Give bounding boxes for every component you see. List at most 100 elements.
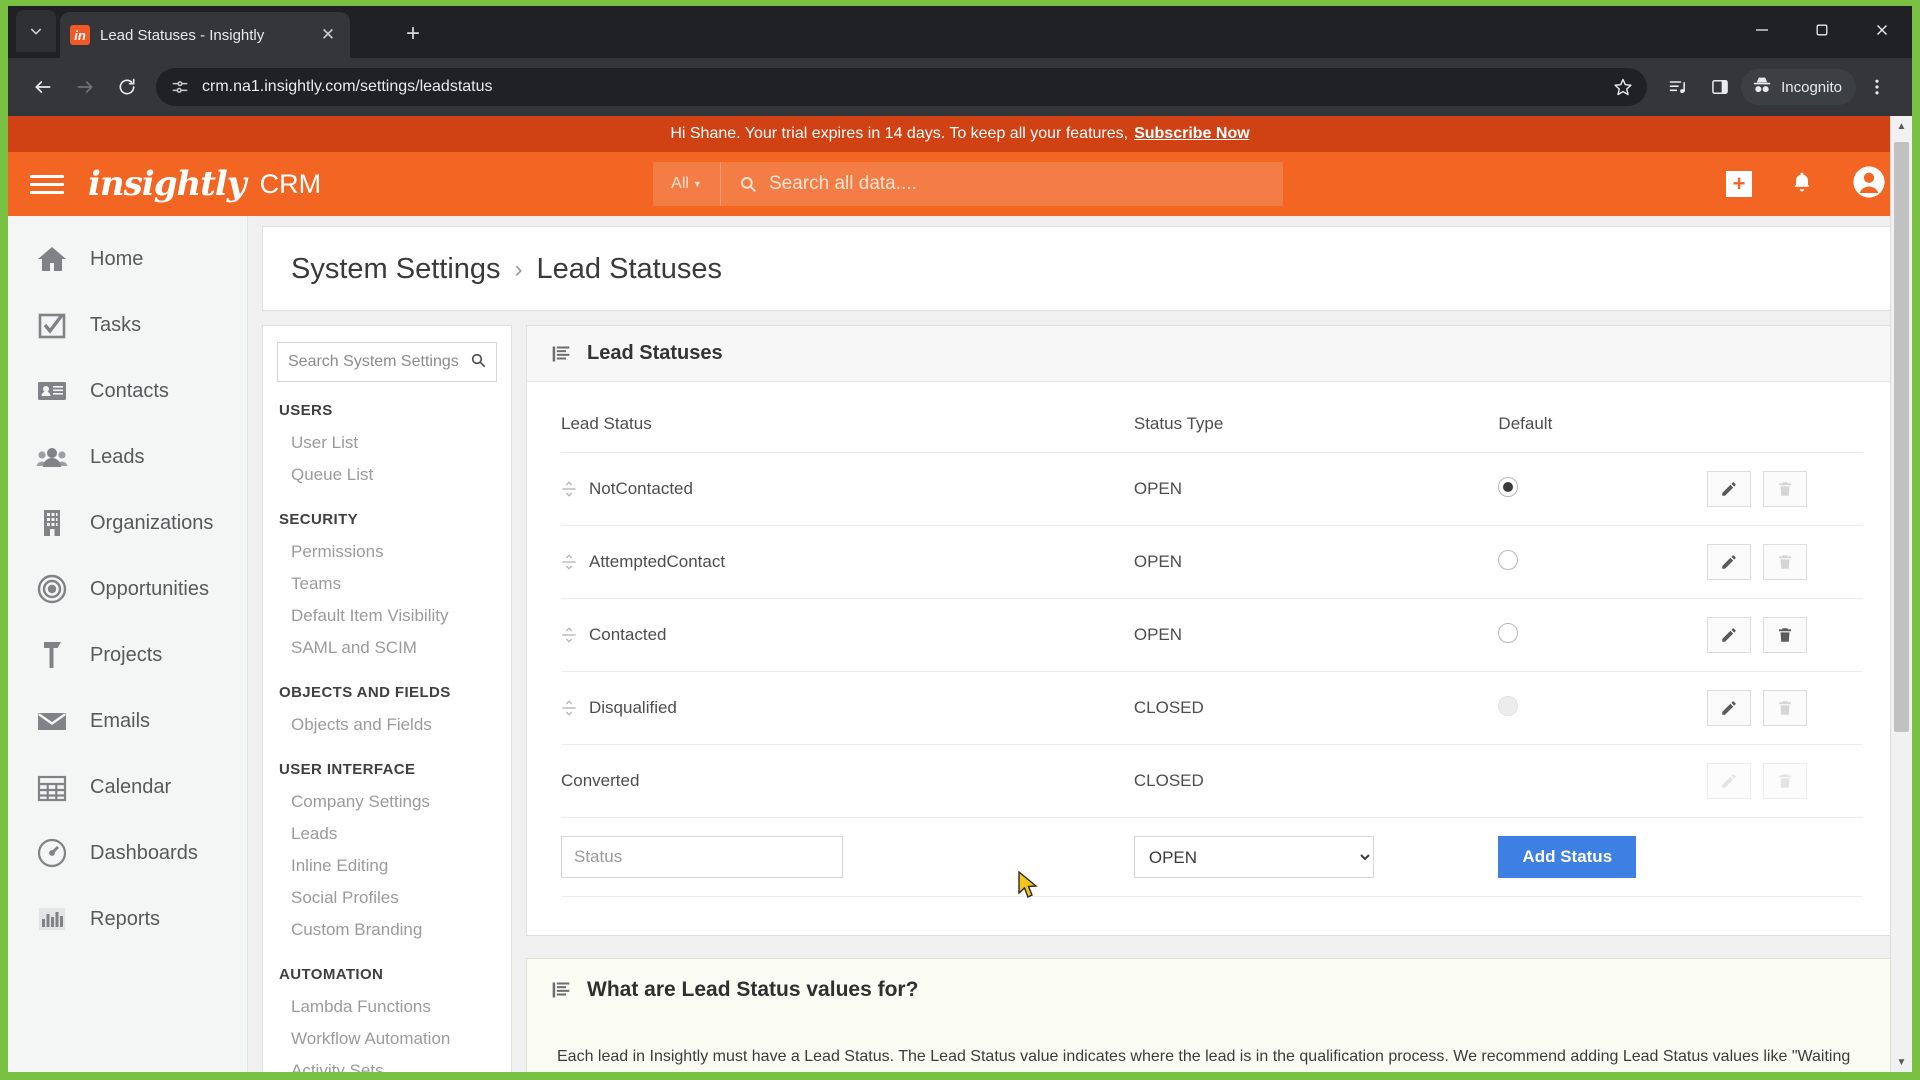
edit-status-button[interactable] xyxy=(1706,544,1751,580)
trial-message: Hi Shane. Your trial expires in 14 days.… xyxy=(670,125,1129,142)
sidebar-item-contacts[interactable]: Contacts xyxy=(8,358,247,424)
settings-link-activity-sets[interactable]: Activity Sets xyxy=(277,1055,497,1072)
cell-new-status-input xyxy=(561,817,1134,897)
search-icon xyxy=(470,352,486,373)
cell-actions xyxy=(1706,744,1863,818)
reload-icon[interactable] xyxy=(106,66,148,108)
sidebar-label: Leads xyxy=(90,445,145,468)
maximize-window-button[interactable] xyxy=(1792,6,1852,54)
minimize-window-button[interactable] xyxy=(1732,6,1792,54)
recording-border: in Lead Statuses - Insightly ✕ + crm.na1… xyxy=(0,0,1920,1080)
panel-body: Lead Status Status Type Default NotConta… xyxy=(527,382,1897,935)
settings-link-default-item-visibility[interactable]: Default Item Visibility xyxy=(277,600,497,632)
settings-link-saml-and-scim[interactable]: SAML and SCIM xyxy=(277,632,497,664)
close-tab-icon[interactable]: ✕ xyxy=(316,23,340,47)
edit-status-button[interactable] xyxy=(1706,690,1751,726)
delete-status-button[interactable] xyxy=(1762,617,1807,653)
notifications-bell-icon[interactable] xyxy=(1790,169,1814,200)
table-row: AttemptedContact OPEN xyxy=(561,525,1863,599)
column-header-lead-status: Lead Status xyxy=(561,404,1134,453)
side-panel-icon[interactable] xyxy=(1699,66,1741,108)
sidebar-item-calendar[interactable]: Calendar xyxy=(8,754,247,820)
settings-link-queue-list[interactable]: Queue List xyxy=(277,459,497,491)
incognito-icon xyxy=(1751,74,1773,100)
incognito-label: Incognito xyxy=(1781,78,1842,96)
back-icon[interactable] xyxy=(22,66,64,108)
settings-link-inline-editing[interactable]: Inline Editing xyxy=(277,850,497,882)
drag-handle-icon[interactable] xyxy=(561,481,577,497)
chrome-menu-icon[interactable] xyxy=(1856,66,1898,108)
page-scrollbar[interactable]: ▲ ▼ xyxy=(1890,116,1912,1072)
default-radio[interactable] xyxy=(1498,622,1519,643)
add-new-icon[interactable]: + xyxy=(1726,171,1752,197)
settings-search-box[interactable] xyxy=(277,342,497,382)
sidebar-item-projects[interactable]: Projects xyxy=(8,622,247,688)
settings-link-objects-and-fields[interactable]: Objects and Fields xyxy=(277,709,497,741)
site-info-icon[interactable] xyxy=(170,77,190,97)
cell-lead-status: NotContacted xyxy=(561,452,1134,526)
sidebar-item-organizations[interactable]: Organizations xyxy=(8,490,247,556)
delete-status-button xyxy=(1762,544,1807,580)
default-radio[interactable] xyxy=(1498,476,1519,497)
sidebar-item-emails[interactable]: Emails xyxy=(8,688,247,754)
add-status-button[interactable]: Add Status xyxy=(1498,836,1637,878)
edit-status-button[interactable] xyxy=(1706,471,1751,507)
sidebar-item-home[interactable]: Home xyxy=(8,226,247,292)
browser-tab[interactable]: in Lead Statuses - Insightly ✕ xyxy=(60,12,350,58)
new-status-type-select[interactable]: OPEN CLOSED xyxy=(1133,836,1374,878)
sidebar-item-dashboards[interactable]: Dashboards xyxy=(8,820,247,886)
leads-icon xyxy=(36,441,68,473)
user-avatar[interactable] xyxy=(1852,165,1886,204)
sidebar-item-tasks[interactable]: Tasks xyxy=(8,292,247,358)
settings-link-permissions[interactable]: Permissions xyxy=(277,536,497,568)
edit-status-button[interactable] xyxy=(1706,617,1751,653)
cell-lead-status: Contacted xyxy=(561,598,1134,672)
sidebar-label: Calendar xyxy=(90,775,172,798)
primary-sidebar: Home Tasks Contacts Leads Organizations xyxy=(8,216,248,1072)
tab-search-chevron-icon[interactable] xyxy=(16,10,56,52)
address-bar[interactable]: crm.na1.insightly.com/settings/leadstatu… xyxy=(156,68,1648,106)
cell-default xyxy=(1498,452,1707,526)
drag-handle-icon[interactable] xyxy=(561,627,577,643)
calendar-icon xyxy=(36,771,68,803)
sidebar-item-leads[interactable]: Leads xyxy=(8,424,247,490)
drag-handle-icon[interactable] xyxy=(561,700,577,716)
new-status-input[interactable] xyxy=(561,836,843,878)
new-tab-button[interactable]: + xyxy=(398,20,428,50)
search-icon xyxy=(739,175,757,193)
settings-link-workflow-automation[interactable]: Workflow Automation xyxy=(277,1023,497,1055)
settings-link-company-settings[interactable]: Company Settings xyxy=(277,786,497,818)
settings-link-custom-branding[interactable]: Custom Branding xyxy=(277,914,497,946)
subscribe-now-link[interactable]: Subscribe Now xyxy=(1134,125,1250,143)
global-search-bar[interactable]: All ▼ xyxy=(653,162,1283,206)
settings-search-input[interactable] xyxy=(288,353,468,371)
breadcrumb-root[interactable]: System Settings xyxy=(291,253,501,286)
settings-link-teams[interactable]: Teams xyxy=(277,568,497,600)
sidebar-item-opportunities[interactable]: Opportunities xyxy=(8,556,247,622)
media-list-icon[interactable] xyxy=(1657,66,1699,108)
bookmark-star-icon[interactable] xyxy=(1613,77,1633,97)
insightly-logo[interactable]: insightly xyxy=(88,164,247,204)
scrollbar-thumb[interactable] xyxy=(1894,142,1909,732)
search-input[interactable] xyxy=(769,173,1209,195)
edit-status-button xyxy=(1706,763,1751,799)
settings-link-leads[interactable]: Leads xyxy=(277,818,497,850)
menu-hamburger-icon[interactable] xyxy=(30,174,64,194)
incognito-profile-button[interactable]: Incognito xyxy=(1741,69,1856,105)
cell-actions xyxy=(1706,671,1863,745)
drag-handle-icon[interactable] xyxy=(561,554,577,570)
cell-status-type: OPEN xyxy=(1133,452,1499,526)
settings-group-user-interface: USER INTERFACE Company Settings Leads In… xyxy=(277,761,497,946)
scroll-up-arrow-icon[interactable]: ▲ xyxy=(1891,116,1912,136)
product-name: CRM xyxy=(259,168,322,199)
scroll-down-arrow-icon[interactable]: ▼ xyxy=(1891,1052,1912,1072)
default-radio[interactable] xyxy=(1498,549,1519,570)
settings-link-user-list[interactable]: User List xyxy=(277,427,497,459)
window-controls xyxy=(1732,6,1912,54)
close-window-button[interactable] xyxy=(1852,6,1912,54)
status-name: AttemptedContact xyxy=(589,552,726,571)
settings-link-lambda-functions[interactable]: Lambda Functions xyxy=(277,991,497,1023)
search-scope-selector[interactable]: All ▼ xyxy=(653,162,721,206)
settings-link-social-profiles[interactable]: Social Profiles xyxy=(277,882,497,914)
sidebar-item-reports[interactable]: Reports xyxy=(8,886,247,952)
